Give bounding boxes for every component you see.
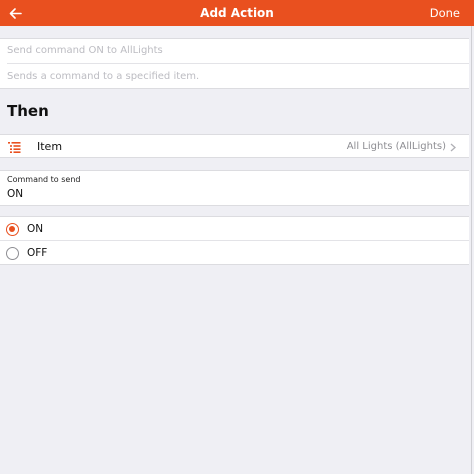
title-bar: Add Action Done [0,0,474,26]
command-value: ON [7,188,24,200]
list-icon [8,142,21,153]
description-field-placeholder: Sends a command to a specified item. [7,71,200,82]
option-on-row[interactable]: ON [0,217,469,241]
radio-selected-icon[interactable] [6,223,19,236]
option-off-row[interactable]: OFF [0,241,469,265]
then-heading: Then [7,102,49,120]
option-off-label: OFF [27,247,48,259]
radio-unselected-icon[interactable] [6,247,19,260]
page-title: Add Action [200,6,274,20]
command-label: Command to send [7,175,81,184]
item-label: Item [37,140,63,153]
label-field[interactable]: Send command ON to AllLights [0,38,469,63]
description-field[interactable]: Sends a command to a specified item. [0,64,469,89]
item-row[interactable]: Item All Lights (AllLights) [0,134,469,158]
item-value: All Lights (AllLights) [346,141,446,152]
window-edge-divider [471,26,472,474]
command-field[interactable]: Command to send ON [0,170,469,206]
label-field-placeholder: Send command ON to AllLights [7,45,163,56]
done-button[interactable]: Done [430,0,460,26]
option-on-label: ON [27,223,44,235]
chevron-right-icon [450,143,456,152]
